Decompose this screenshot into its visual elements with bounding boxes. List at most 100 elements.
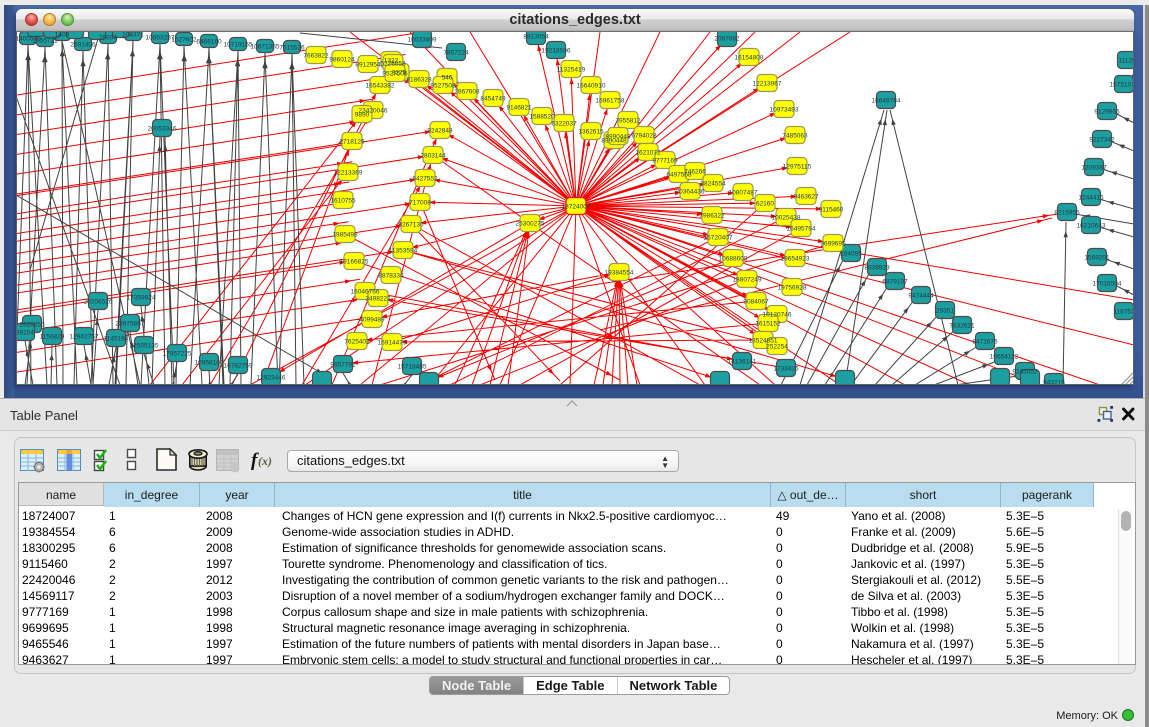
svg-text:19384554: 19384554 — [605, 270, 634, 277]
svg-text:10719155: 10719155 — [224, 42, 253, 49]
svg-text:39154: 39154 — [16, 330, 34, 337]
svg-text:2087682: 2087682 — [714, 36, 740, 43]
svg-text:10033809: 10033809 — [408, 37, 437, 44]
svg-text:62160: 62160 — [756, 201, 774, 208]
svg-text:8813054: 8813054 — [523, 34, 549, 41]
svg-text:20694: 20694 — [99, 35, 117, 42]
svg-text:2620655: 2620655 — [19, 322, 45, 329]
svg-text:4099489: 4099489 — [359, 317, 385, 324]
svg-text:10958107: 10958107 — [195, 360, 224, 367]
svg-text:1406: 1406 — [55, 32, 70, 39]
svg-text:1362615: 1362615 — [578, 129, 604, 136]
svg-text:18724007: 18724007 — [562, 204, 591, 211]
svg-text:12213369: 12213369 — [334, 170, 363, 177]
svg-text:9527508: 9527508 — [430, 83, 456, 90]
svg-text:16648784: 16648784 — [872, 98, 901, 105]
svg-text:8427552: 8427552 — [412, 176, 438, 183]
svg-text:11125: 11125 — [1118, 58, 1134, 65]
svg-text:8912954: 8912954 — [355, 62, 381, 69]
svg-text:12975115: 12975115 — [783, 164, 812, 171]
svg-text:2867608: 2867608 — [454, 89, 480, 96]
svg-text:8878334: 8878334 — [378, 273, 404, 280]
svg-text:6794028: 6794028 — [631, 133, 657, 140]
svg-text:10688609: 10688609 — [719, 256, 748, 263]
svg-text:9129966: 9129966 — [1094, 109, 1120, 116]
svg-text:1527602: 1527602 — [171, 37, 197, 44]
svg-text:16914479: 16914479 — [378, 340, 407, 347]
svg-text:7955812: 7955812 — [615, 118, 641, 125]
svg-text:16543382: 16543382 — [366, 83, 395, 90]
svg-text:2691406: 2691406 — [70, 42, 96, 49]
svg-text:9084067: 9084067 — [743, 299, 769, 306]
svg-text:7515526: 7515526 — [279, 45, 305, 52]
svg-text:6466160: 6466160 — [196, 39, 222, 46]
svg-text:8938923: 8938923 — [864, 265, 890, 272]
svg-text:7625402: 7625402 — [344, 339, 370, 346]
svg-text:943215: 943215 — [1043, 380, 1065, 386]
svg-text:17957225: 17957225 — [163, 351, 192, 358]
svg-text:10973493: 10973493 — [770, 107, 799, 114]
svg-text:11353594: 11353594 — [389, 248, 418, 255]
svg-text:2803144: 2803144 — [420, 153, 446, 160]
svg-text:1569291: 1569291 — [1084, 255, 1110, 262]
svg-text:8990448: 8990448 — [605, 134, 631, 141]
svg-text:746266: 746266 — [684, 169, 706, 176]
svg-text:6322037: 6322037 — [551, 121, 577, 128]
svg-text:3824554: 3824554 — [700, 181, 726, 188]
svg-text:16495794: 16495794 — [787, 226, 816, 233]
svg-text:3498222: 3498222 — [365, 296, 391, 303]
svg-text:19654923: 19654923 — [781, 256, 810, 263]
svg-text:2055721: 2055721 — [32, 38, 58, 45]
svg-text:17016504: 17016504 — [1093, 281, 1122, 288]
svg-text:10807487: 10807487 — [729, 190, 758, 197]
svg-text:1985498: 1985498 — [332, 232, 358, 239]
svg-text:15720407: 15720407 — [704, 235, 733, 242]
svg-text:717008: 717008 — [409, 200, 431, 207]
svg-text:16210643: 16210643 — [1077, 223, 1106, 230]
svg-text:9474444: 9474444 — [908, 293, 934, 300]
svg-text:7485063: 7485063 — [782, 133, 808, 140]
svg-text:8215955: 8215955 — [1054, 210, 1080, 217]
svg-text:1209387: 1209387 — [1081, 165, 1107, 172]
svg-text:7986322: 7986322 — [699, 213, 725, 220]
svg-text:6879197: 6879197 — [882, 279, 908, 286]
svg-text:9527506: 9527506 — [382, 71, 408, 78]
svg-text:8454749: 8454749 — [480, 96, 506, 103]
svg-text:5226058: 5226058 — [380, 61, 406, 68]
svg-text:9227342: 9227342 — [1089, 137, 1115, 144]
svg-text:2718126: 2718126 — [339, 139, 365, 146]
svg-text:1244415: 1244415 — [1078, 195, 1104, 202]
svg-text:29351: 29351 — [936, 308, 954, 315]
svg-text:15751074: 15751074 — [1110, 82, 1134, 89]
svg-text:7857224: 7857224 — [443, 50, 469, 57]
svg-text:9860124: 9860124 — [329, 57, 355, 64]
svg-text:11325419: 11325419 — [557, 67, 586, 74]
svg-text:19218506: 19218506 — [542, 48, 571, 55]
svg-text:8267130: 8267130 — [398, 222, 424, 229]
svg-text:8471676: 8471676 — [972, 339, 998, 346]
svg-text:116753: 116753 — [1113, 309, 1134, 316]
svg-text:15718485: 15718485 — [398, 364, 427, 371]
svg-text:10654112: 10654112 — [990, 354, 1019, 361]
svg-text:10671355: 10671355 — [251, 44, 280, 51]
svg-text:19756928: 19756928 — [778, 285, 807, 292]
svg-text:10120746: 10120746 — [763, 312, 792, 319]
svg-text:25300275: 25300275 — [516, 221, 545, 228]
svg-text:16154808: 16154808 — [735, 55, 764, 62]
svg-text:104371: 104371 — [122, 32, 144, 39]
svg-text:546: 546 — [442, 75, 453, 82]
svg-text:17359924: 17359924 — [127, 295, 156, 302]
svg-text:12923446: 12923446 — [257, 375, 286, 382]
svg-text:9777169: 9777169 — [652, 158, 678, 165]
svg-text:20206526: 20206526 — [84, 299, 113, 306]
svg-text:1615152: 1615152 — [755, 321, 781, 328]
svg-text:1621072: 1621072 — [635, 150, 661, 157]
svg-text:20364436: 20364436 — [676, 189, 705, 196]
svg-text:16046766: 16046766 — [351, 289, 380, 296]
svg-text:7632621: 7632621 — [949, 323, 975, 330]
svg-text:9463627: 9463627 — [793, 194, 819, 201]
svg-text:16640910: 16640910 — [577, 83, 606, 90]
svg-text:19166825: 19166825 — [340, 259, 369, 266]
svg-text:20053346: 20053346 — [148, 126, 177, 133]
svg-text:9146821: 9146821 — [506, 105, 532, 112]
